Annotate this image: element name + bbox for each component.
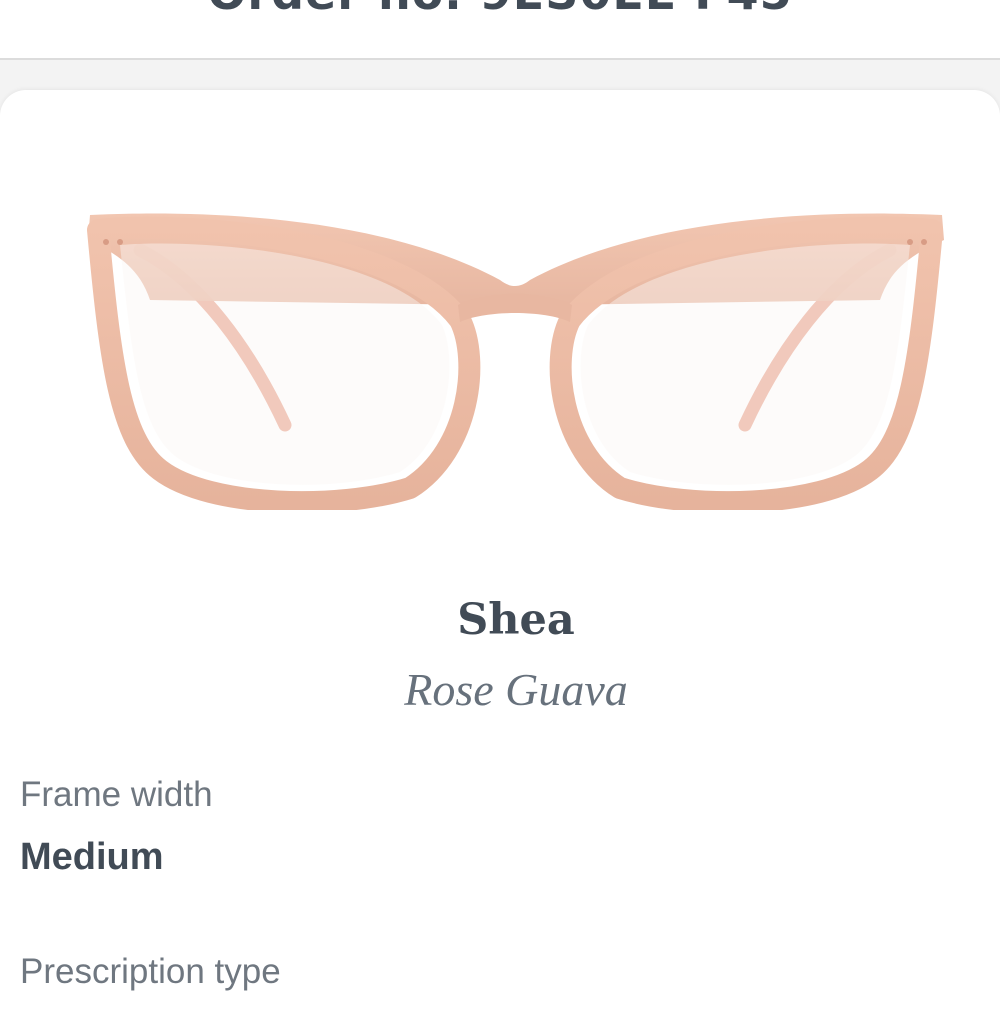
eyeglasses-image: [87, 213, 944, 510]
frame-width-value: Medium: [20, 836, 164, 878]
product-card: Shea Rose Guava Frame width Medium Presc…: [0, 90, 1000, 1030]
product-name: Shea: [457, 595, 575, 645]
product-color-name: Rose Guava: [404, 664, 628, 715]
prescription-type-label: Prescription type: [20, 952, 281, 991]
top-bar: Order no. 9ES0EE F45: [0, 0, 1000, 60]
frame-width-label: Frame width: [20, 775, 213, 814]
order-number: Order no. 9ES0EE F45: [0, 0, 1000, 20]
